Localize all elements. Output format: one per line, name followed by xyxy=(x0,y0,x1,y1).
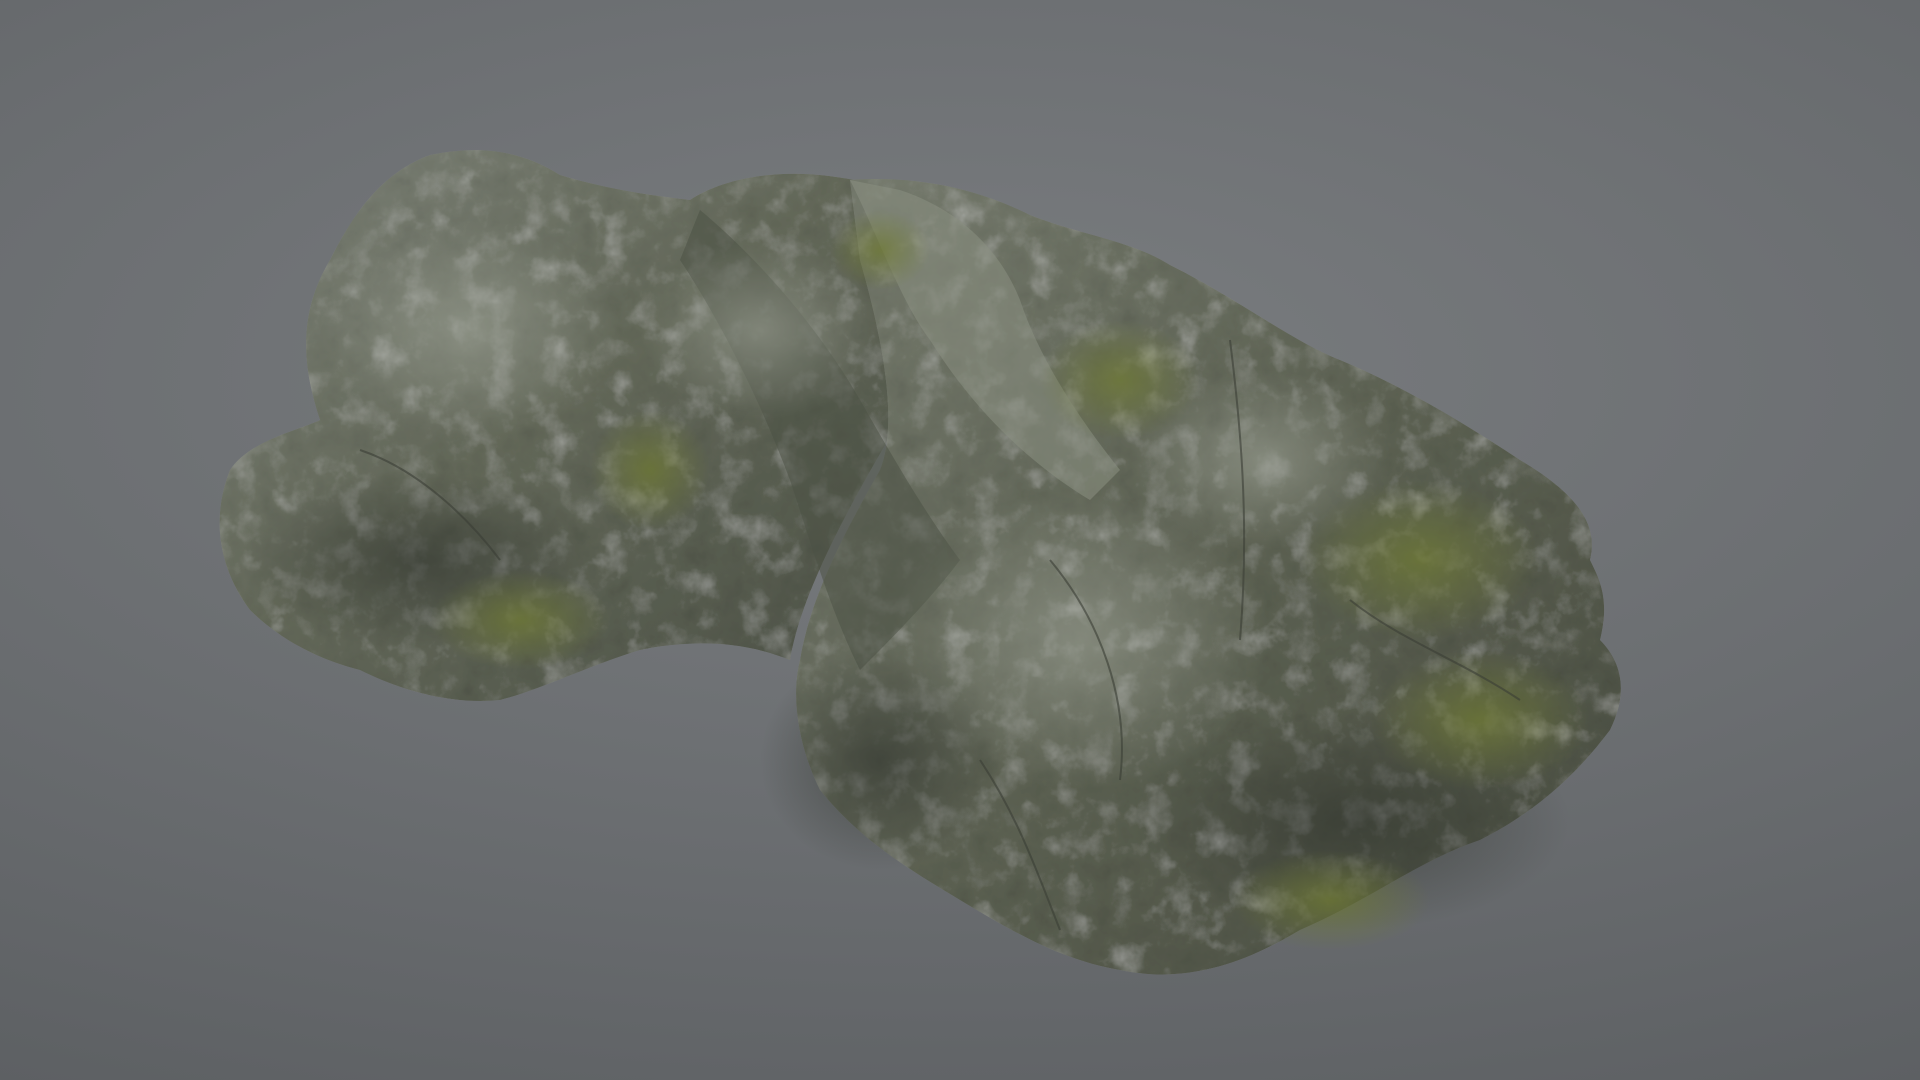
rock-model xyxy=(219,150,1621,975)
render-viewport xyxy=(0,0,1920,1080)
